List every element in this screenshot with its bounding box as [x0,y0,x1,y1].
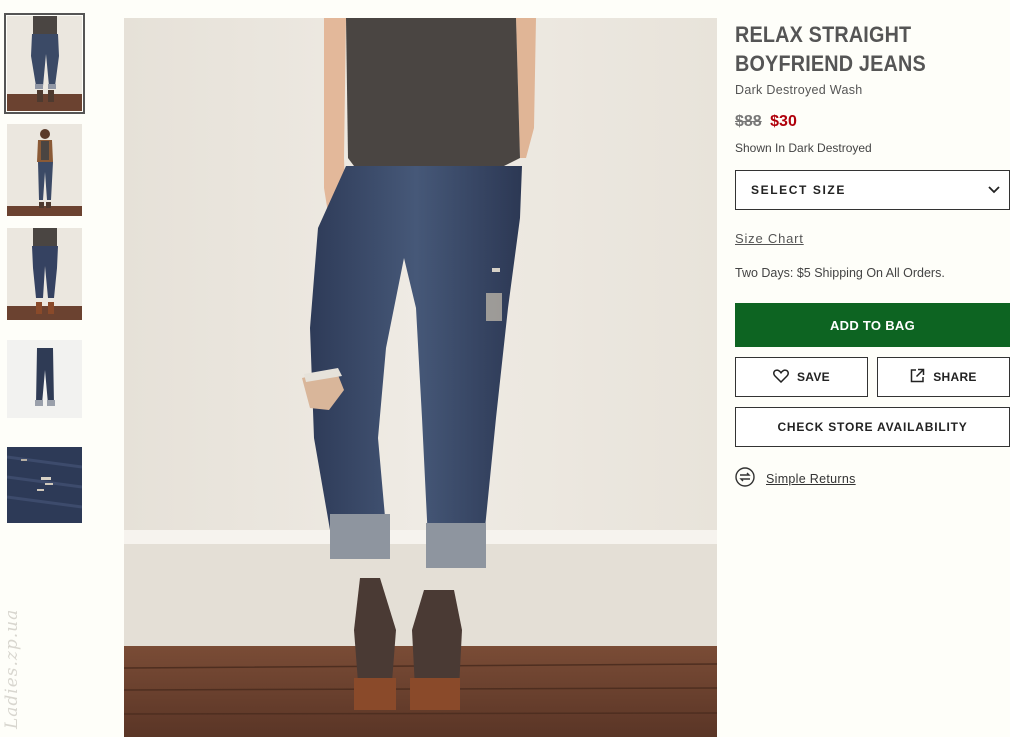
product-subtitle: Dark Destroyed Wash [735,83,863,97]
thumb-full-body[interactable] [7,124,82,216]
share-label: SHARE [933,370,977,384]
thumb-flat-lay[interactable] [7,340,82,418]
share-button[interactable]: SHARE [877,357,1010,397]
simple-returns: Simple Returns [735,467,1010,490]
thumb-back-view[interactable] [7,228,82,320]
share-icon [910,368,925,386]
add-to-bag-button[interactable]: ADD TO BAG [735,303,1010,347]
secondary-actions: SAVE SHARE [735,357,1010,397]
size-select[interactable]: SELECT SIZE [735,170,1010,210]
chevron-down-icon [988,181,1000,199]
product-title: RELAX STRAIGHT BOYFRIEND JEANS [735,22,926,76]
size-chart-link[interactable]: Size Chart [735,231,804,246]
thumb-front-view[interactable] [4,13,85,114]
thumbnail-rail: Ladies.zp.ua [0,0,100,737]
shipping-info: Two Days: $5 Shipping On All Orders. [735,266,945,280]
save-label: SAVE [797,370,830,384]
sale-price: $30 [770,113,797,130]
product-main-image [124,18,717,737]
returns-icon [735,467,755,490]
watermark-text: Ladies.zp.ua [2,608,22,729]
heart-icon [773,368,789,386]
thumb-detail-closeup[interactable] [7,447,82,523]
shown-in-text: Shown In Dark Destroyed [735,141,872,155]
price-block: $88 $30 [735,113,1010,131]
check-store-availability-button[interactable]: CHECK STORE AVAILABILITY [735,407,1010,447]
product-details-panel: RELAX STRAIGHT BOYFRIEND JEANS Dark Dest… [735,20,1010,490]
simple-returns-link[interactable]: Simple Returns [766,472,856,486]
size-select-label: SELECT SIZE [751,183,846,197]
original-price: $88 [735,113,762,130]
save-button[interactable]: SAVE [735,357,868,397]
